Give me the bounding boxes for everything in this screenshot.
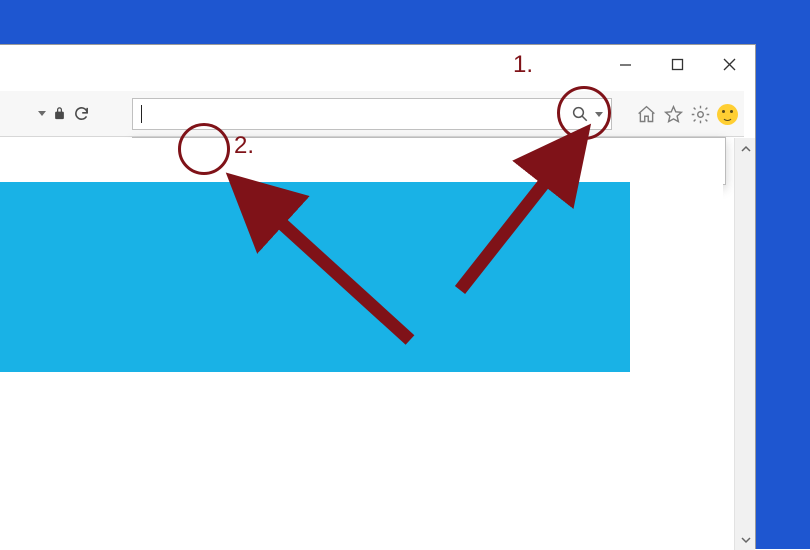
history-dropdown-icon[interactable] bbox=[38, 111, 46, 116]
vertical-scrollbar[interactable] bbox=[734, 138, 755, 550]
refresh-button[interactable] bbox=[73, 105, 90, 122]
maximize-button[interactable] bbox=[651, 45, 703, 83]
favorites-button[interactable] bbox=[663, 104, 684, 125]
minimize-button[interactable] bbox=[599, 45, 651, 83]
search-icon[interactable] bbox=[571, 105, 589, 123]
scroll-down-icon[interactable] bbox=[735, 529, 756, 550]
page-banner bbox=[0, 182, 630, 372]
home-button[interactable] bbox=[636, 104, 657, 125]
browser-toolbar bbox=[0, 91, 744, 137]
close-button[interactable] bbox=[703, 45, 755, 83]
feedback-smiley-button[interactable] bbox=[717, 104, 738, 125]
search-engine-dropdown-icon[interactable] bbox=[595, 112, 603, 117]
settings-button[interactable] bbox=[690, 104, 711, 125]
page-content bbox=[0, 138, 723, 550]
search-input-container[interactable] bbox=[132, 98, 612, 130]
scroll-up-icon[interactable] bbox=[735, 138, 756, 159]
lock-icon bbox=[52, 106, 67, 121]
